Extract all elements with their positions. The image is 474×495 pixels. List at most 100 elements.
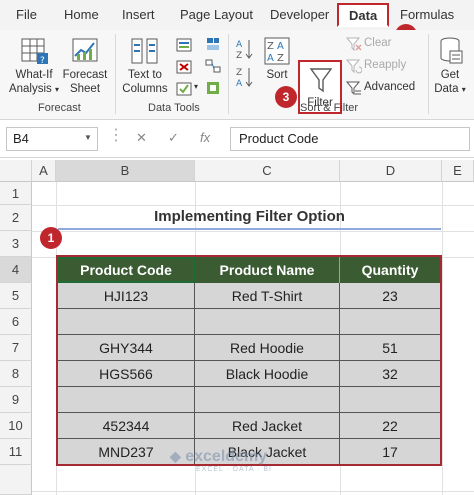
relationships-icon[interactable] (205, 58, 221, 79)
insert-function-icon[interactable]: fx (200, 130, 210, 145)
table-cell[interactable]: 452344 (58, 413, 195, 439)
consolidate-icon[interactable] (205, 36, 221, 57)
table-cell[interactable] (195, 387, 340, 413)
text-to-columns-button[interactable]: Text to Columns (120, 68, 170, 96)
row-header-3[interactable]: 3 (0, 231, 32, 257)
clear-button[interactable]: Clear (364, 37, 391, 49)
grid-line (32, 491, 474, 492)
table-cell[interactable]: GHY344 (58, 335, 195, 361)
text-to-columns-label-2: Columns (122, 83, 168, 95)
table-cell[interactable]: Red Hoodie (195, 335, 340, 361)
get-data-button[interactable]: Get Data ▾ (432, 68, 468, 97)
step-3-badge: 3 (275, 86, 297, 108)
what-if-label-2: Analysis ▾ (8, 82, 60, 97)
chevron-down-icon: ▾ (461, 85, 466, 94)
row-header-12 (0, 465, 32, 495)
data-validation-icon[interactable] (175, 80, 193, 103)
table-header-quantity[interactable]: Quantity (340, 257, 440, 283)
table-cell[interactable]: Red Jacket (195, 413, 340, 439)
flash-fill-icon[interactable] (175, 36, 193, 59)
table-header-product-code[interactable]: Product Code (58, 257, 195, 283)
advanced-filter-icon (345, 80, 362, 101)
table-cell[interactable] (340, 387, 440, 413)
column-header-c[interactable]: C (195, 160, 340, 182)
chevron-down-icon[interactable]: ▼ (84, 133, 92, 142)
ribbon: ? What-If Analysis ▾ Forecast Sheet Fore… (0, 30, 474, 120)
svg-text:A: A (277, 41, 284, 52)
get-data-icon (438, 36, 464, 71)
table-cell[interactable]: HJI123 (58, 283, 195, 309)
row-header-11[interactable]: 11 (0, 439, 32, 465)
data-model-icon[interactable] (205, 80, 221, 101)
get-data-label-1: Get (440, 69, 460, 81)
tab-home[interactable]: Home (64, 7, 99, 22)
table-cell[interactable]: 17 (340, 439, 440, 465)
advanced-button[interactable]: Advanced (364, 81, 415, 93)
table-cell[interactable] (58, 309, 195, 335)
tab-formulas[interactable]: Formulas (400, 7, 454, 22)
forecast-sheet-button[interactable]: Forecast Sheet (60, 68, 110, 96)
row-header-7[interactable]: 7 (0, 335, 32, 361)
cancel-icon[interactable]: ✕ (136, 130, 147, 146)
row-header-4[interactable]: 4 (0, 257, 32, 283)
row-header-9[interactable]: 9 (0, 387, 32, 413)
tab-data[interactable]: Data (337, 3, 390, 27)
svg-text:Z: Z (236, 51, 242, 60)
sort-button[interactable]: Sort (262, 68, 292, 82)
formula-input[interactable]: Product Code (230, 127, 470, 151)
grid-line (442, 182, 443, 495)
sort-za-icon[interactable]: ZA (236, 66, 254, 93)
tab-file[interactable]: File (16, 7, 37, 22)
data-tools-group-label: Data Tools (148, 102, 200, 114)
row-header-1[interactable]: 1 (0, 182, 32, 205)
table-cell[interactable] (340, 309, 440, 335)
formula-controls: ⋮ ✕ ✓ fx (108, 127, 226, 151)
svg-text:A: A (236, 40, 243, 50)
column-header-d[interactable]: D (340, 160, 442, 182)
funnel-icon (309, 68, 333, 93)
chevron-down-icon[interactable]: ▾ (194, 82, 198, 91)
tab-insert[interactable]: Insert (122, 7, 155, 22)
sheet-title[interactable]: Implementing Filter Option (58, 204, 441, 230)
row-header-5[interactable]: 5 (0, 283, 32, 309)
enter-icon[interactable]: ✓ (168, 130, 179, 146)
select-all-corner[interactable] (0, 160, 32, 182)
row-header-10[interactable]: 10 (0, 413, 32, 439)
watermark-logo: ◆ exceldemy (170, 448, 267, 466)
forecast-sheet-icon (70, 36, 100, 71)
sort-az-icon[interactable]: AZ (236, 38, 254, 65)
column-header-b[interactable]: B (56, 160, 195, 182)
tab-page-layout[interactable]: Page Layout (180, 7, 253, 22)
forecast-sheet-label-1: Forecast (62, 69, 108, 81)
table-cell[interactable]: 23 (340, 283, 440, 309)
table-cell[interactable]: HGS566 (58, 361, 195, 387)
svg-text:A: A (236, 79, 243, 88)
column-header-e[interactable]: E (442, 160, 474, 182)
table-cell[interactable] (195, 309, 340, 335)
text-to-columns-icon (130, 36, 160, 71)
table-cell[interactable] (58, 387, 195, 413)
table-cell[interactable]: Black Hoodie (195, 361, 340, 387)
more-options-icon[interactable]: ⋮ (108, 125, 124, 145)
table-cell[interactable]: Red T-Shirt (195, 283, 340, 309)
group-separator (115, 34, 116, 114)
table-cell[interactable]: 51 (340, 335, 440, 361)
remove-duplicates-icon[interactable] (175, 58, 193, 81)
reapply-button[interactable]: Reapply (364, 59, 406, 71)
step-1-badge: 1 (40, 227, 62, 249)
column-header-a[interactable]: A (32, 160, 56, 182)
table-cell[interactable]: 22 (340, 413, 440, 439)
row-header-8[interactable]: 8 (0, 361, 32, 387)
tab-developer[interactable]: Developer (270, 7, 329, 22)
chevron-down-icon: ▾ (55, 85, 60, 94)
table-header-product-name[interactable]: Product Name (195, 257, 340, 283)
forecast-sheet-label-2: Sheet (69, 83, 101, 95)
table-cell[interactable]: 32 (340, 361, 440, 387)
get-data-label-2: Data ▾ (432, 82, 468, 97)
forecast-group-label: Forecast (38, 102, 81, 114)
what-if-analysis-button[interactable]: What-If Analysis ▾ (8, 68, 60, 97)
row-header-6[interactable]: 6 (0, 309, 32, 335)
what-if-label-1: What-If (15, 69, 53, 81)
row-header-2[interactable]: 2 (0, 205, 32, 231)
reapply-icon (345, 58, 363, 79)
